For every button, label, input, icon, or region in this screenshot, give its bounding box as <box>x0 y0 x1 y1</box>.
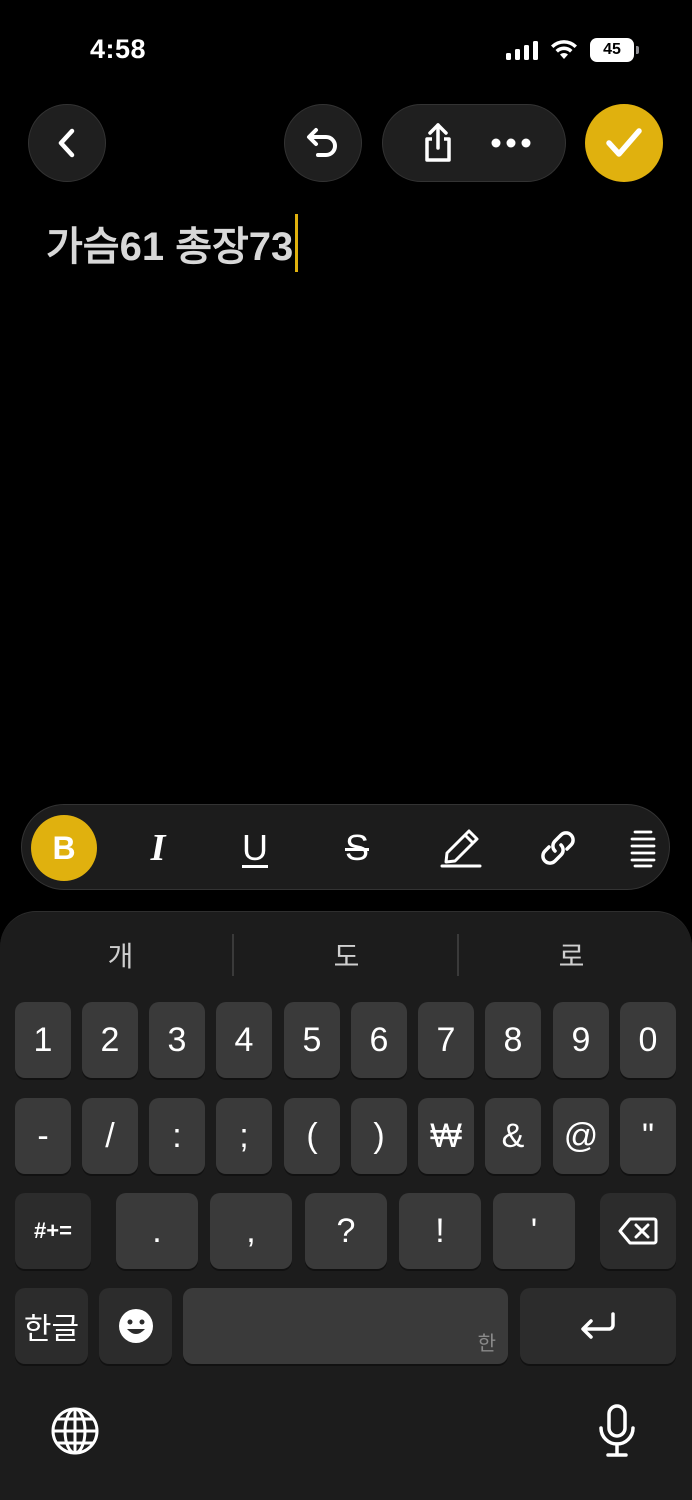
microphone-icon <box>599 1404 635 1457</box>
bold-button[interactable]: B <box>31 815 97 881</box>
status-icons: 45 <box>506 38 639 62</box>
list-button[interactable] <box>618 815 668 881</box>
key-ampersand[interactable]: & <box>485 1098 541 1174</box>
ellipsis-icon <box>491 138 530 148</box>
key-4[interactable]: 4 <box>216 1002 272 1078</box>
battery-indicator: 45 <box>590 38 639 62</box>
delete-key[interactable] <box>600 1193 676 1269</box>
suggestion-1[interactable]: 개 <box>8 912 233 998</box>
strikethrough-button[interactable]: S <box>324 815 390 881</box>
key-8[interactable]: 8 <box>485 1002 541 1078</box>
key-0[interactable]: 0 <box>620 1002 676 1078</box>
key-slash[interactable]: / <box>82 1098 138 1174</box>
key-at[interactable]: @ <box>553 1098 609 1174</box>
key-quote[interactable]: " <box>620 1098 676 1174</box>
key-period[interactable]: . <box>116 1193 198 1269</box>
key-apostrophe[interactable]: ' <box>493 1193 575 1269</box>
highlighter-button[interactable] <box>428 815 494 881</box>
delete-icon <box>618 1217 658 1245</box>
emoji-icon <box>118 1309 153 1343</box>
globe-icon <box>51 1407 99 1455</box>
microphone-button[interactable] <box>592 1402 642 1460</box>
done-button[interactable] <box>585 104 663 182</box>
globe-button[interactable] <box>48 1404 102 1458</box>
key-1[interactable]: 1 <box>15 1002 71 1078</box>
emoji-key[interactable] <box>99 1288 172 1364</box>
key-5[interactable]: 5 <box>284 1002 340 1078</box>
share-icon <box>424 123 451 162</box>
text-cursor <box>295 214 299 272</box>
return-key[interactable] <box>520 1288 676 1364</box>
key-won[interactable]: ₩ <box>418 1098 474 1174</box>
key-9[interactable]: 9 <box>553 1002 609 1078</box>
return-icon <box>581 1312 615 1339</box>
keyboard: 개 도 로 1 2 3 4 5 6 7 8 9 0 - / : ; ( ) ₩ … <box>0 911 692 1500</box>
key-hyphen[interactable]: - <box>15 1098 71 1174</box>
key-2[interactable]: 2 <box>82 1002 138 1078</box>
list-icon <box>630 830 656 868</box>
key-6[interactable]: 6 <box>351 1002 407 1078</box>
back-button[interactable] <box>28 104 106 182</box>
key-3[interactable]: 3 <box>149 1002 205 1078</box>
highlighter-icon <box>440 829 482 868</box>
undo-icon <box>307 128 337 157</box>
note-text: 가슴61 총장73 <box>46 225 294 269</box>
language-key[interactable]: 한글 <box>15 1288 88 1364</box>
key-question[interactable]: ? <box>305 1193 387 1269</box>
status-time: 4:58 <box>90 34 147 64</box>
key-comma[interactable]: , <box>210 1193 292 1269</box>
checkmark-icon <box>606 128 642 157</box>
space-key-hint: 한 <box>477 1333 496 1355</box>
underline-button[interactable]: U <box>222 815 288 881</box>
key-colon[interactable]: : <box>149 1098 205 1174</box>
suggestion-2[interactable]: 도 <box>234 912 459 998</box>
undo-button[interactable] <box>284 104 362 182</box>
share-button[interactable] <box>408 113 468 173</box>
key-exclamation[interactable]: ! <box>399 1193 481 1269</box>
space-key[interactable]: 한 <box>183 1288 508 1364</box>
italic-button[interactable]: I <box>125 815 191 881</box>
suggestion-3[interactable]: 로 <box>459 912 684 998</box>
link-icon <box>541 831 575 865</box>
wifi-icon <box>551 40 577 59</box>
chevron-left-icon <box>58 128 75 158</box>
symbols-mode-key[interactable]: #+= <box>15 1193 91 1269</box>
key-7[interactable]: 7 <box>418 1002 474 1078</box>
key-close-paren[interactable]: ) <box>351 1098 407 1174</box>
more-button[interactable] <box>481 113 541 173</box>
cellular-signal-icon <box>506 40 538 60</box>
format-toolbar: B I U S <box>21 804 670 890</box>
key-semicolon[interactable]: ; <box>216 1098 272 1174</box>
link-button[interactable] <box>525 815 591 881</box>
note-editor[interactable]: 가슴61 총장73 <box>46 214 299 272</box>
key-open-paren[interactable]: ( <box>284 1098 340 1174</box>
share-more-group <box>382 104 566 182</box>
